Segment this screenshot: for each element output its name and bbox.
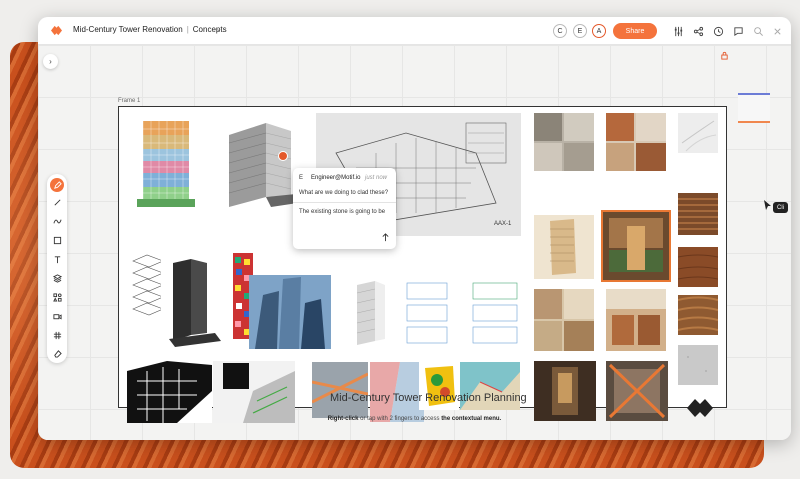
comment-message: What are we doing to clad these? xyxy=(299,190,389,196)
app-window: Mid-Century Tower Renovation | Concepts ⌄ … xyxy=(38,17,791,440)
crossed-out-interior-photo[interactable] xyxy=(606,361,668,421)
freehand-icon[interactable] xyxy=(51,215,63,227)
share-nodes-icon[interactable] xyxy=(692,25,704,37)
top-bar: Mid-Century Tower Renovation | Concepts ⌄ … xyxy=(38,17,791,45)
grid-icon[interactable] xyxy=(51,329,63,341)
frame-label[interactable]: Frame 1 xyxy=(118,98,140,104)
glass-towers-photo[interactable] xyxy=(249,275,331,349)
minimap-viewport-bottom xyxy=(738,121,770,123)
interior-photo-2[interactable] xyxy=(606,113,666,171)
interior-photo-selected[interactable] xyxy=(601,210,671,282)
avatar-a[interactable]: A xyxy=(592,24,606,38)
dark-tower-model[interactable] xyxy=(161,253,227,349)
eraser-icon[interactable] xyxy=(51,347,63,359)
interior-photo-1[interactable] xyxy=(534,113,594,171)
interior-photo-3[interactable] xyxy=(606,289,666,351)
sketch-tower-drawing[interactable] xyxy=(534,215,594,279)
city-map-aerial[interactable] xyxy=(213,361,295,423)
comment-pin[interactable] xyxy=(278,151,288,161)
comment-popover[interactable]: E Engineer@Motif.io just now What are we… xyxy=(293,168,396,249)
minimap[interactable] xyxy=(738,93,770,123)
comment-reply-box[interactable]: The existing stone is going to be xyxy=(293,202,396,249)
comment-avatar: E xyxy=(299,175,304,181)
motif-logo-icon[interactable] xyxy=(50,25,63,36)
hint-right-click: Right-click xyxy=(327,416,359,422)
history-icon[interactable] xyxy=(712,25,724,37)
contextual-menu-hint: Right-click or tap with 2 fingers to acc… xyxy=(38,416,791,422)
document-title[interactable]: Mid-Century Tower Renovation | Concepts xyxy=(73,25,227,34)
collapse-panel-button[interactable]: › xyxy=(43,54,58,69)
frame-title[interactable]: Mid-Century Tower Renovation Planning xyxy=(330,392,527,404)
chevron-down-icon[interactable]: ⌄ xyxy=(216,25,222,33)
cursor-icon xyxy=(764,200,771,210)
canvas[interactable]: › Frame 1 AAX-1 Mid-Century Tower Renova… xyxy=(38,45,791,440)
floor-plans-set-1[interactable] xyxy=(403,279,451,349)
sliders-icon[interactable] xyxy=(672,25,684,37)
hint-middle: or tap with 2 fingers to access xyxy=(358,416,442,422)
comments-icon[interactable] xyxy=(732,25,744,37)
building-photos-grid[interactable] xyxy=(534,289,594,351)
line-icon[interactable] xyxy=(51,196,63,208)
search-icon[interactable] xyxy=(752,25,764,37)
share-button[interactable]: Share xyxy=(613,23,657,39)
chevron-right-icon: › xyxy=(49,57,52,66)
cursor-label: Cli xyxy=(773,202,788,213)
avatar-e[interactable]: E xyxy=(573,24,587,38)
send-arrow-icon[interactable] xyxy=(381,233,390,242)
wood-slat-swatch-2[interactable] xyxy=(678,295,718,335)
aerial-city-photo[interactable] xyxy=(312,362,368,418)
title-separator: | xyxy=(186,25,189,34)
lock-icon[interactable] xyxy=(720,51,729,60)
marble-swatch[interactable] xyxy=(678,113,718,153)
figure-ground-map[interactable] xyxy=(127,361,212,423)
frame[interactable]: AAX-1 Mid-Century Tower Renovation Plann… xyxy=(118,106,727,423)
comment-time: just now xyxy=(365,175,388,181)
rectangle-icon[interactable] xyxy=(51,234,63,246)
project-name: Mid-Century Tower Renovation xyxy=(73,25,183,34)
drawing-tag: AAX-1 xyxy=(494,221,512,227)
wood-panel-swatch[interactable] xyxy=(678,247,718,287)
hint-contextual-menu: the contextual menu. xyxy=(441,416,502,422)
video-icon[interactable] xyxy=(51,310,63,322)
minimap-viewport-top xyxy=(738,93,770,95)
white-tower-render[interactable] xyxy=(351,277,391,349)
avatar-c[interactable]: C xyxy=(553,24,567,38)
components-icon[interactable] xyxy=(51,291,63,303)
pen-icon[interactable] xyxy=(50,178,64,192)
concrete-swatch[interactable] xyxy=(678,345,718,385)
stacked-program-diagram[interactable] xyxy=(129,115,205,213)
comment-reply-input[interactable]: The existing stone is going to be xyxy=(299,209,385,215)
wood-slat-swatch-1[interactable] xyxy=(678,193,718,235)
text-icon[interactable] xyxy=(51,253,63,265)
tool-palette xyxy=(47,174,67,363)
comment-user: Engineer@Motif.io xyxy=(311,175,361,181)
layers-icon[interactable] xyxy=(51,272,63,284)
close-icon[interactable] xyxy=(771,25,783,37)
lobby-interior-photo[interactable] xyxy=(534,361,596,421)
floor-plans-set-2[interactable] xyxy=(469,279,521,349)
